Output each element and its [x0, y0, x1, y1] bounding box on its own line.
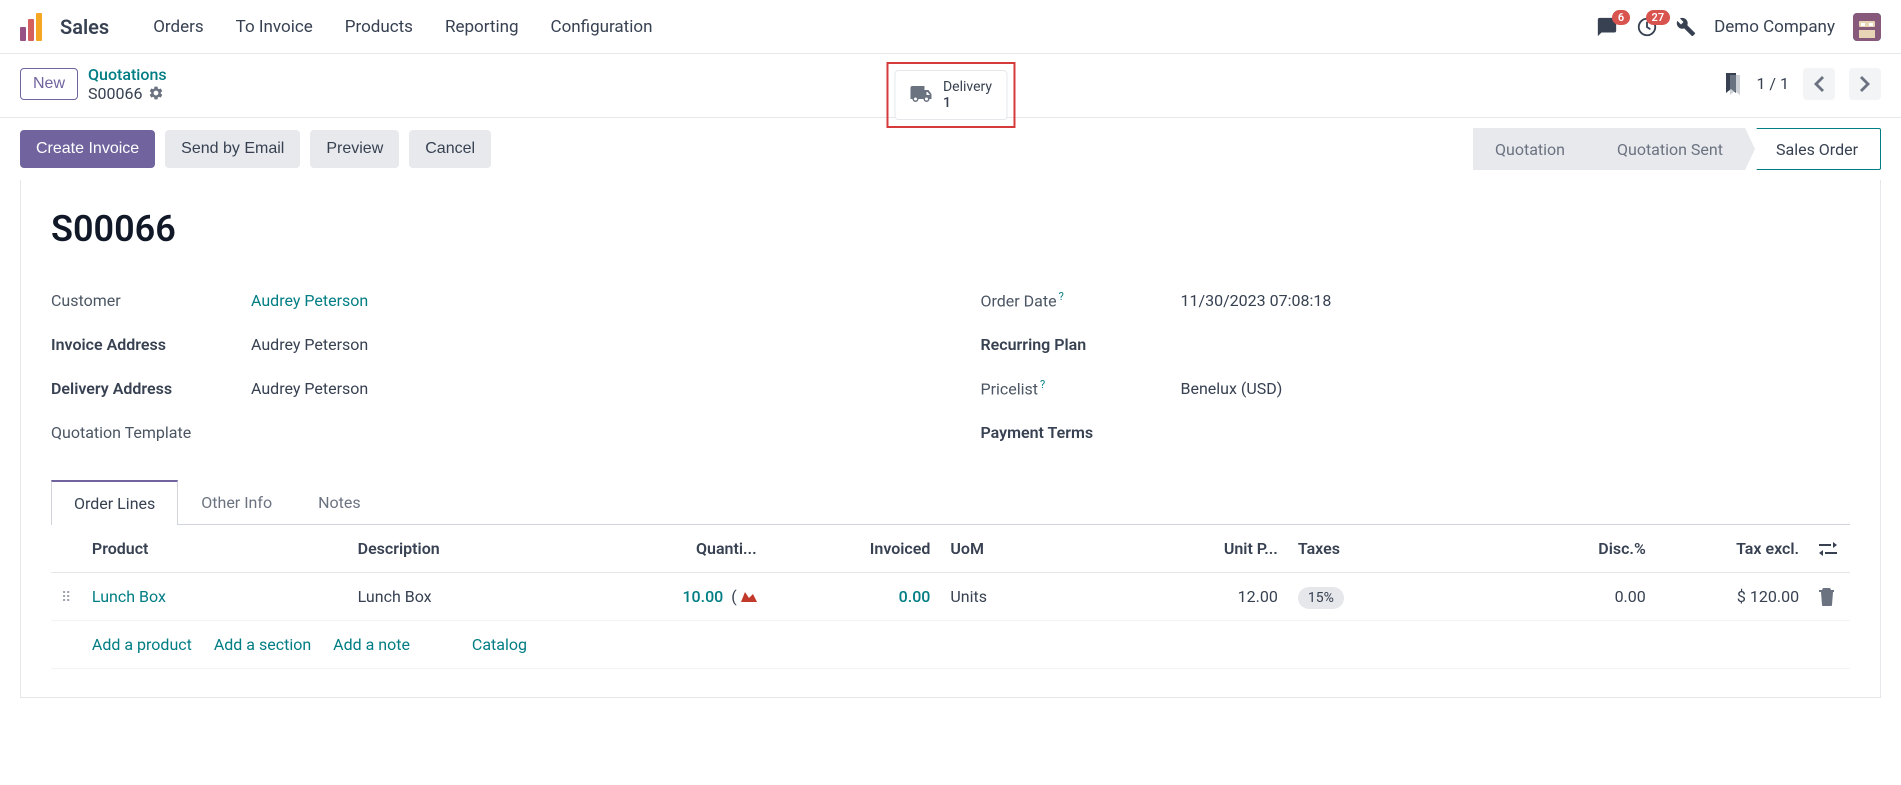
activities-badge: 27	[1646, 10, 1671, 25]
send-email-button[interactable]: Send by Email	[165, 130, 300, 168]
pager-text[interactable]: 1 / 1	[1756, 74, 1789, 93]
nav-products[interactable]: Products	[331, 11, 427, 43]
truck-icon	[909, 86, 933, 104]
messages-icon[interactable]: 6	[1596, 16, 1618, 38]
table-row[interactable]: ⠿ Lunch Box Lunch Box 10.00 ( 0.00 Units…	[51, 573, 1850, 621]
tab-order-lines[interactable]: Order Lines	[51, 480, 178, 525]
label-quotation-template: Quotation Template	[51, 423, 251, 442]
debug-icon[interactable]	[1676, 17, 1696, 37]
th-unit-price[interactable]: Unit P...	[1145, 525, 1288, 573]
nav-to-invoice[interactable]: To Invoice	[222, 11, 327, 43]
cell-quantity[interactable]: 10.00	[682, 587, 723, 606]
status-quotation-sent[interactable]: Quotation Sent	[1587, 128, 1745, 170]
nav-orders[interactable]: Orders	[139, 11, 217, 43]
stat-delivery-count: 1	[943, 95, 992, 111]
status-sales-order[interactable]: Sales Order	[1745, 128, 1881, 170]
cell-tax-excl: $ 120.00	[1656, 573, 1809, 621]
status-bar: Quotation Quotation Sent Sales Order	[1473, 128, 1881, 170]
stat-button-highlight: Delivery 1	[886, 62, 1015, 128]
app-name[interactable]: Sales	[60, 15, 109, 39]
value-customer[interactable]: Audrey Peterson	[251, 291, 368, 310]
label-customer: Customer	[51, 291, 251, 310]
th-description[interactable]: Description	[348, 525, 634, 573]
th-taxes[interactable]: Taxes	[1288, 525, 1452, 573]
help-pricelist[interactable]: ?	[1040, 378, 1045, 391]
cell-disc[interactable]: 0.00	[1451, 573, 1655, 621]
bookmark-icon[interactable]	[1724, 73, 1742, 95]
value-order-date[interactable]: 11/30/2023 07:08:18	[1181, 291, 1332, 310]
add-note-link[interactable]: Add a note	[333, 635, 410, 654]
company-switcher[interactable]: Demo Company	[1714, 17, 1835, 37]
cell-taxes[interactable]: 15%	[1298, 587, 1344, 609]
user-avatar[interactable]	[1853, 13, 1881, 41]
new-button[interactable]: New	[20, 68, 78, 100]
value-pricelist[interactable]: Benelux (USD)	[1181, 379, 1283, 398]
th-options[interactable]	[1809, 525, 1850, 573]
cell-description[interactable]: Lunch Box	[348, 573, 634, 621]
add-product-link[interactable]: Add a product	[92, 635, 192, 654]
create-invoice-button[interactable]: Create Invoice	[20, 130, 155, 168]
app-logo[interactable]	[20, 13, 48, 41]
activities-icon[interactable]: 27	[1636, 16, 1658, 38]
stat-delivery-label: Delivery	[943, 79, 992, 95]
tab-other-info[interactable]: Other Info	[178, 480, 295, 524]
label-pricelist: Pricelist?	[981, 378, 1181, 398]
qty-detail-open: (	[731, 587, 736, 606]
value-invoice-address[interactable]: Audrey Peterson	[251, 335, 368, 354]
th-disc[interactable]: Disc.%	[1451, 525, 1655, 573]
drag-handle-icon[interactable]: ⠿	[61, 590, 71, 606]
label-order-date: Order Date?	[981, 290, 1181, 310]
breadcrumb-current: S00066	[88, 84, 142, 103]
pager-prev[interactable]	[1803, 68, 1835, 100]
th-product[interactable]: Product	[82, 525, 348, 573]
label-payment-terms: Payment Terms	[981, 423, 1181, 442]
cell-invoiced[interactable]: 0.00	[899, 587, 931, 606]
cell-uom[interactable]: Units	[940, 573, 1144, 621]
messages-badge: 6	[1612, 10, 1630, 25]
add-section-link[interactable]: Add a section	[214, 635, 311, 654]
cell-product[interactable]: Lunch Box	[92, 587, 166, 606]
label-recurring-plan: Recurring Plan	[981, 335, 1181, 354]
th-uom[interactable]: UoM	[940, 525, 1144, 573]
forecast-chart-icon[interactable]	[741, 587, 757, 606]
th-quantity[interactable]: Quanti...	[634, 525, 767, 573]
label-invoice-address: Invoice Address	[51, 335, 251, 354]
th-tax-excl[interactable]: Tax excl.	[1656, 525, 1809, 573]
catalog-link[interactable]: Catalog	[472, 635, 527, 654]
record-title: S00066	[51, 208, 1850, 250]
help-order-date[interactable]: ?	[1059, 290, 1064, 303]
record-gear-icon[interactable]	[148, 85, 164, 101]
th-invoiced[interactable]: Invoiced	[767, 525, 941, 573]
cell-unit-price[interactable]: 12.00	[1145, 573, 1288, 621]
delivery-stat-button[interactable]: Delivery 1	[894, 70, 1007, 120]
tab-notes[interactable]: Notes	[295, 480, 384, 524]
cancel-button[interactable]: Cancel	[409, 130, 491, 168]
value-delivery-address[interactable]: Audrey Peterson	[251, 379, 368, 398]
pager-next[interactable]	[1849, 68, 1881, 100]
label-delivery-address: Delivery Address	[51, 379, 251, 398]
nav-configuration[interactable]: Configuration	[537, 11, 667, 43]
delete-row-icon[interactable]	[1819, 588, 1840, 606]
preview-button[interactable]: Preview	[310, 130, 399, 168]
breadcrumb-parent[interactable]: Quotations	[88, 65, 167, 84]
nav-reporting[interactable]: Reporting	[431, 11, 533, 43]
status-quotation[interactable]: Quotation	[1473, 128, 1587, 170]
